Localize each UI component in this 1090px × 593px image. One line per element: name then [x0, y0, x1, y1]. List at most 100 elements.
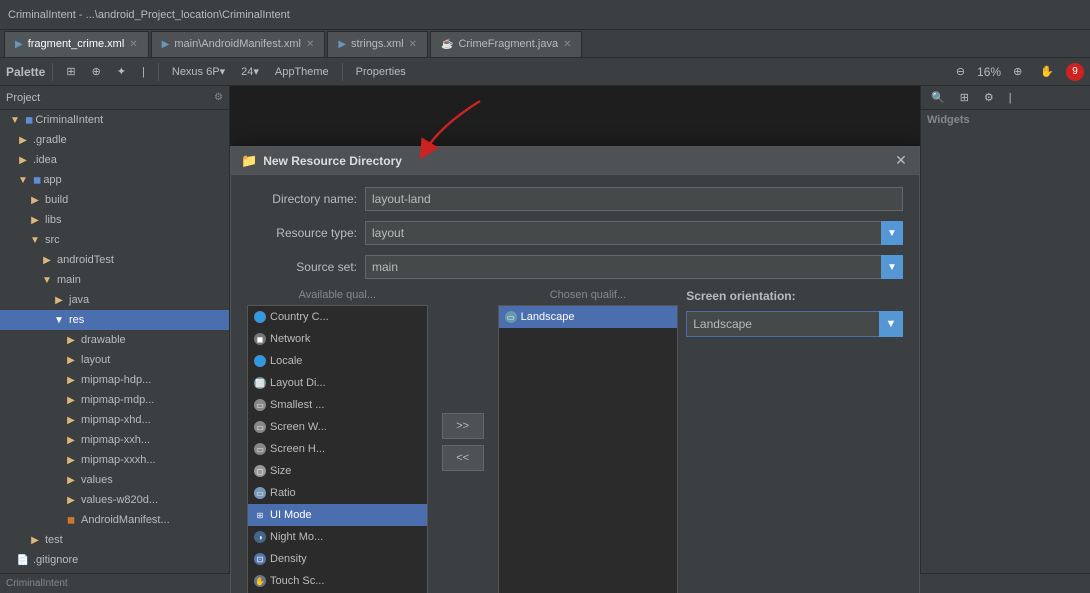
properties-btn[interactable]: Properties	[350, 61, 412, 83]
toolbar-icon-btn-2[interactable]: ⊕	[86, 61, 107, 83]
theme-selector[interactable]: AppTheme	[269, 61, 335, 83]
tree-item-res[interactable]: ▼ res	[0, 310, 229, 330]
module-icon: ◼	[33, 175, 41, 186]
available-qualifiers-list: 🌐 Country C... ◼ Network 🌐	[247, 305, 428, 593]
ratio-icon: ▭	[254, 487, 266, 499]
qual-item-country[interactable]: 🌐 Country C...	[248, 306, 427, 328]
palette-gear-btn[interactable]: ⚙	[978, 87, 1000, 109]
api-selector[interactable]: 24▾	[235, 61, 265, 83]
source-set-select[interactable]: main test	[365, 255, 903, 279]
toolbar-icon-btn-4[interactable]: |	[136, 61, 151, 83]
palette-widgets-section: Widgets	[921, 110, 1090, 130]
file-icon: 📄	[16, 553, 30, 567]
qual-item-layout-dir[interactable]: ⬜ Layout Di...	[248, 372, 427, 394]
tab-close-icon[interactable]: ✕	[129, 39, 137, 50]
tree-item-idea[interactable]: ▶ .idea	[0, 150, 229, 170]
tree-item-java[interactable]: ▶ java	[0, 290, 229, 310]
tree-item-androidtest[interactable]: ▶ androidTest	[0, 250, 229, 270]
qual-item-ratio[interactable]: ▭ Ratio	[248, 482, 427, 504]
tree-item-libs[interactable]: ▶ libs	[0, 210, 229, 230]
toolbar-icon-btn-1[interactable]: ⊞	[60, 61, 81, 83]
qual-item-screen-w[interactable]: ▭ Screen W...	[248, 416, 427, 438]
tree-label: src	[45, 234, 60, 246]
tree-label: androidTest	[57, 254, 114, 266]
network-icon: ◼	[254, 333, 266, 345]
screen-orientation-select-wrapper: Landscape Portrait ▼	[686, 311, 903, 337]
qual-item-ui-mode[interactable]: ⊞ UI Mode	[248, 504, 427, 526]
tab-fragment-crime[interactable]: ▶ fragment_crime.xml ✕	[4, 31, 149, 57]
touch-icon: ✋	[254, 575, 266, 587]
palette-expand-btn[interactable]: |	[1003, 87, 1018, 109]
tree-item-mipmap-xxh[interactable]: ▶ mipmap-xxh...	[0, 430, 229, 450]
tree-item-app[interactable]: ▼ ◼ app	[0, 170, 229, 190]
qual-item-smallest[interactable]: ▭ Smallest ...	[248, 394, 427, 416]
zoom-in-btn[interactable]: ⊕	[1007, 61, 1028, 83]
qual-label: Density	[270, 553, 307, 565]
add-qualifier-button[interactable]: >>	[442, 413, 484, 439]
tree-item-mipmap-mdp[interactable]: ▶ mipmap-mdp...	[0, 390, 229, 410]
device-selector[interactable]: Nexus 6P▾	[166, 61, 231, 83]
zoom-out-btn[interactable]: ⊖	[950, 61, 971, 83]
screen-w-icon: ▭	[254, 421, 266, 433]
widgets-label: Widgets	[927, 114, 970, 126]
resource-type-select[interactable]: layout drawable values	[365, 221, 903, 245]
tree-item-mipmap-hdp[interactable]: ▶ mipmap-hdp...	[0, 370, 229, 390]
qual-item-locale[interactable]: 🌐 Locale	[248, 350, 427, 372]
tab-close-icon[interactable]: ✕	[563, 39, 571, 50]
qual-item-night-mode[interactable]: ◑ Night Mo...	[248, 526, 427, 548]
dialog-close-button[interactable]: ✕	[893, 153, 909, 169]
tree-item-values[interactable]: ▶ values	[0, 470, 229, 490]
tree-item-drawable[interactable]: ▶ drawable	[0, 330, 229, 350]
qual-item-screen-h[interactable]: ▭ Screen H...	[248, 438, 427, 460]
project-panel: Project ⚙ ▼ ◼ CriminalIntent ▶ .gradle ▶…	[0, 86, 230, 593]
tree-item-layout[interactable]: ▶ layout	[0, 350, 229, 370]
tree-item-androidmanifest[interactable]: ◼ AndroidManifest...	[0, 510, 229, 530]
tab-close-icon[interactable]: ✕	[409, 39, 417, 50]
remove-qualifier-button[interactable]: <<	[442, 445, 484, 471]
screen-orientation-select[interactable]: Landscape Portrait	[686, 311, 903, 337]
directory-name-label: Directory name:	[247, 192, 357, 206]
tree-item-gitignore[interactable]: 📄 .gitignore	[0, 550, 229, 570]
dialog-overlay: 📁 New Resource Directory ✕ Directory nam…	[230, 86, 920, 593]
tree-item-mipmap-xhd[interactable]: ▶ mipmap-xhd...	[0, 410, 229, 430]
tree-item-criminalintent[interactable]: ▼ ◼ CriminalIntent	[0, 110, 229, 130]
qual-label: Ratio	[270, 487, 296, 499]
tree-item-src[interactable]: ▼ src	[0, 230, 229, 250]
directory-name-input[interactable]	[365, 187, 903, 211]
tree-item-values-w820d[interactable]: ▶ values-w820d...	[0, 490, 229, 510]
tab-crimefragment[interactable]: ☕ CrimeFragment.java ✕	[430, 31, 582, 57]
palette-search-btn[interactable]: 🔍	[925, 87, 951, 109]
tree-item-build[interactable]: ▶ build	[0, 190, 229, 210]
tree-item-main[interactable]: ▼ main	[0, 270, 229, 290]
extra-btn[interactable]: 9	[1066, 63, 1084, 81]
tree-label: java	[69, 294, 89, 306]
source-set-label: Source set:	[247, 260, 357, 274]
tree-label: .gradle	[33, 134, 67, 146]
palette-sort-btn[interactable]: ⊞	[954, 87, 975, 109]
pan-btn[interactable]: ✋	[1034, 61, 1060, 83]
tab-close-icon[interactable]: ✕	[306, 39, 314, 50]
tree-label: mipmap-xxh...	[81, 434, 150, 446]
qual-label: Smallest ...	[270, 399, 324, 411]
new-resource-directory-dialog: 📁 New Resource Directory ✕ Directory nam…	[230, 146, 920, 593]
panel-settings-icon[interactable]: ⚙	[214, 92, 223, 103]
source-set-row: Source set: main test ▼	[247, 255, 903, 279]
folder-icon: ▼	[28, 233, 42, 247]
qual-item-density[interactable]: ⊡ Density	[248, 548, 427, 570]
qual-item-touch[interactable]: ✋ Touch Sc...	[248, 570, 427, 592]
tree-item-gradle[interactable]: ▶ .gradle	[0, 130, 229, 150]
tree-item-test[interactable]: ▶ test	[0, 530, 229, 550]
qual-item-network[interactable]: ◼ Network	[248, 328, 427, 350]
project-panel-header: Project ⚙	[0, 86, 229, 110]
tree-label: CriminalIntent	[35, 114, 103, 126]
qual-label: Night Mo...	[270, 531, 323, 543]
chosen-item-landscape[interactable]: ▭ Landscape	[499, 306, 678, 328]
tab-strings[interactable]: ▶ strings.xml ✕	[327, 31, 428, 57]
qual-item-size[interactable]: ◻ Size	[248, 460, 427, 482]
tree-label: values-w820d...	[81, 494, 158, 506]
toolbar-icon-btn-3[interactable]: ✦	[111, 61, 132, 83]
directory-name-row: Directory name:	[247, 187, 903, 211]
tab-manifest[interactable]: ▶ main\AndroidManifest.xml ✕	[151, 31, 326, 57]
folder-icon: ▶	[16, 133, 30, 147]
tree-item-mipmap-xxxh[interactable]: ▶ mipmap-xxxh...	[0, 450, 229, 470]
